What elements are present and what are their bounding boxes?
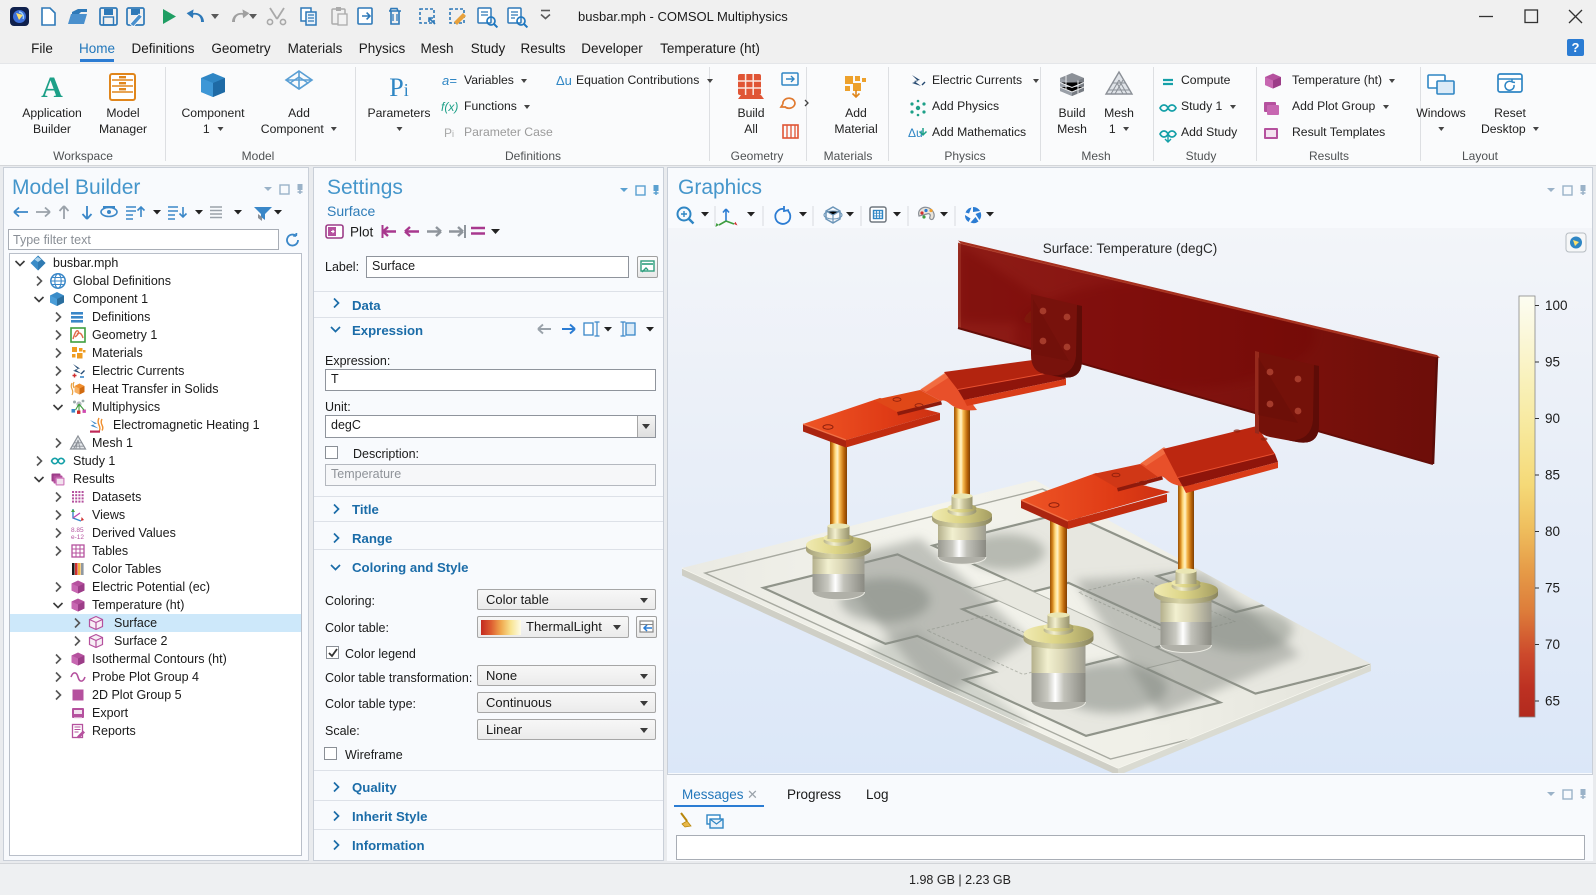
svg-text:Pi: Pi	[444, 126, 454, 140]
svg-text:Surface: Temperature (degC): Surface: Temperature (degC)	[1043, 241, 1218, 256]
svg-text:65: 65	[1545, 694, 1560, 709]
svg-text:90: 90	[1545, 411, 1560, 426]
svg-text:85: 85	[1545, 468, 1560, 483]
svg-text:e-12: e-12	[71, 534, 84, 541]
svg-text:Plot: Plot	[350, 225, 374, 240]
svg-text:a=: a=	[442, 73, 457, 88]
svg-text:f(x): f(x)	[441, 100, 458, 114]
svg-text:75: 75	[1545, 581, 1560, 596]
svg-text:Pi: Pi	[389, 73, 408, 102]
svg-text:8.85: 8.85	[71, 527, 84, 534]
svg-text:70: 70	[1545, 637, 1560, 652]
svg-text:100: 100	[1545, 298, 1568, 313]
svg-text:Δu: Δu	[556, 73, 572, 88]
svg-text:80: 80	[1545, 524, 1560, 539]
svg-text:95: 95	[1545, 355, 1560, 370]
